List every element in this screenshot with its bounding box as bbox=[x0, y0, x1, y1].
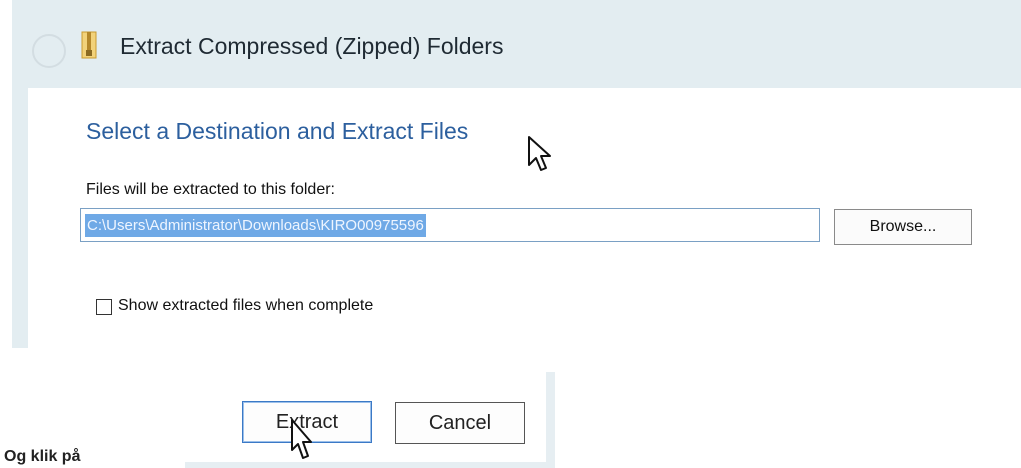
footer-edge bbox=[546, 372, 555, 468]
back-button[interactable] bbox=[32, 34, 66, 68]
destination-path-value: C:\Users\Administrator\Downloads\KIRO009… bbox=[85, 214, 426, 237]
show-extracted-files-checkbox[interactable] bbox=[96, 299, 112, 315]
mouse-pointer-icon bbox=[528, 136, 551, 171]
window-title: Extract Compressed (Zipped) Folders bbox=[120, 33, 504, 59]
title-bar: Extract Compressed (Zipped) Folders bbox=[12, 0, 1021, 88]
browse-button[interactable]: Browse... bbox=[834, 209, 972, 245]
page-heading: Select a Destination and Extract Files bbox=[86, 118, 469, 144]
extract-dialog: Extract Compressed (Zipped) Folders Sele… bbox=[12, 0, 1021, 348]
footer-edge-bottom bbox=[185, 462, 555, 468]
show-extracted-files-label: Show extracted files when complete bbox=[118, 297, 374, 314]
zip-folder-icon bbox=[81, 31, 97, 59]
dialog-footer: Extract Cancel bbox=[185, 372, 555, 468]
destination-label: Files will be extracted to this folder: bbox=[86, 181, 335, 198]
mouse-pointer-icon bbox=[291, 419, 312, 459]
destination-path-input[interactable]: C:\Users\Administrator\Downloads\KIRO009… bbox=[80, 208, 820, 242]
dialog-content: Select a Destination and Extract Files F… bbox=[28, 88, 1021, 348]
tutorial-caption: Og klik på bbox=[4, 448, 81, 465]
cancel-button[interactable]: Cancel bbox=[395, 402, 525, 444]
